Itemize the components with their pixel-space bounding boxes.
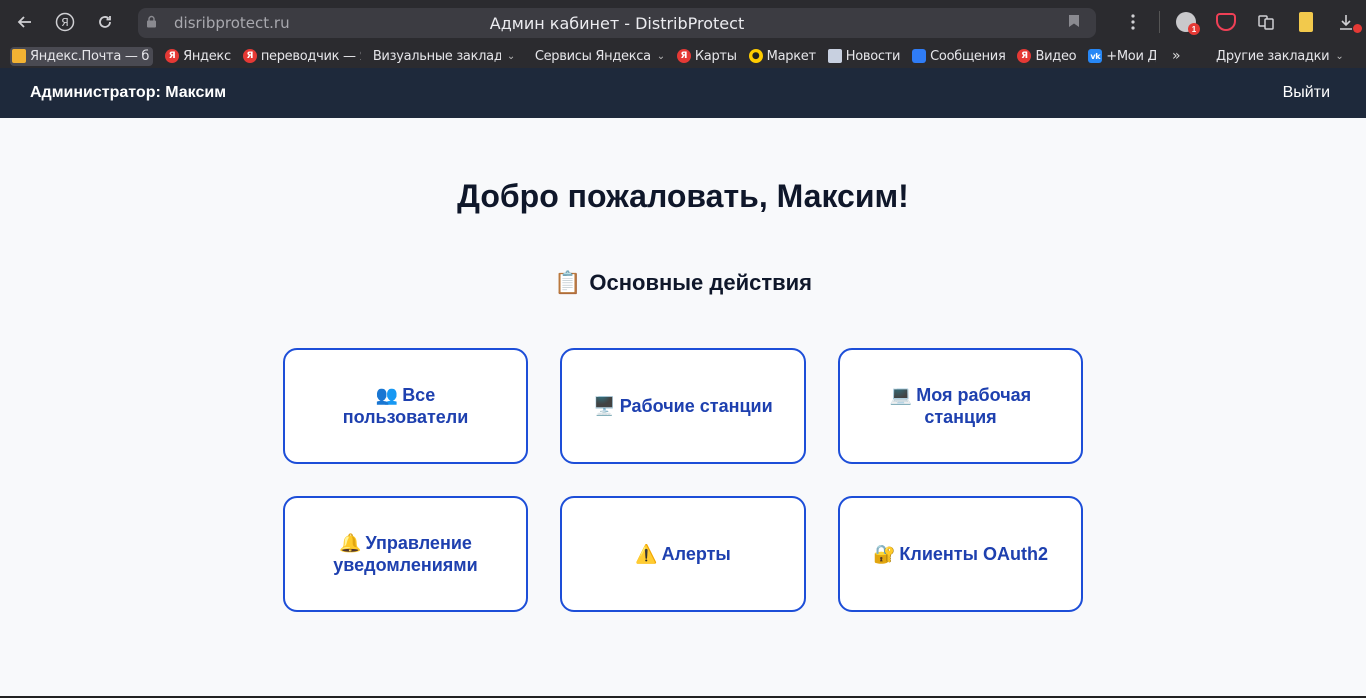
bookmark-label: Другие закладки	[1216, 48, 1330, 64]
bookmark-label: Видео	[1035, 48, 1077, 64]
bell-icon: 🔔	[339, 533, 362, 553]
section-title: 📋 Основные действия	[0, 270, 1366, 296]
admin-label: Администратор: Максим	[30, 84, 227, 101]
workstations-button[interactable]: 🖥️ Рабочие станции	[560, 348, 806, 464]
logout-link[interactable]: Выйти	[1283, 84, 1330, 102]
collections-icon[interactable]	[1246, 5, 1286, 39]
bookmark-yandex[interactable]: Я Яндекс	[165, 49, 231, 64]
yandex-icon: Я	[165, 49, 180, 63]
mail-icon	[12, 49, 26, 63]
other-bookmarks[interactable]: Другие закладки ⌄	[1216, 48, 1344, 64]
bookmark-label: +Мои Д	[1106, 48, 1157, 64]
bookmark-video[interactable]: Я Видео	[1017, 49, 1076, 64]
more-bookmarks-icon[interactable]: »	[1172, 48, 1181, 64]
bookmark-visual-folder[interactable]: Визуальные заклад ⌄	[373, 49, 523, 64]
reload-icon	[99, 16, 111, 28]
notifications-button[interactable]: 🔔 Управление уведомлениями	[283, 496, 528, 612]
laptop-icon: 💻	[889, 385, 913, 405]
yandex-icon: Я	[676, 49, 691, 63]
download-icon[interactable]	[1326, 5, 1366, 39]
bookmark-label: Яндекс.Почта — б	[30, 48, 150, 64]
notes-extension-icon[interactable]	[1286, 5, 1326, 39]
card-label: Клиенты OAuth2	[899, 544, 1048, 564]
chevron-down-icon: ⌄	[1335, 50, 1344, 62]
bookmark-translator[interactable]: Я переводчик — Ян	[242, 48, 361, 64]
oauth-clients-button[interactable]: 🔐 Клиенты OAuth2	[838, 496, 1083, 612]
desktop-icon: 🖥️	[593, 396, 616, 416]
bookmark-label: Сервисы Яндекса	[534, 48, 651, 64]
svg-text:Я: Я	[61, 16, 69, 29]
section-title-text: Основные действия	[589, 270, 813, 295]
bookmark-label: Маркет	[766, 48, 816, 64]
bookmark-yandex-mail[interactable]: Яндекс.Почта — б	[10, 46, 154, 66]
back-arrow-icon	[17, 16, 31, 28]
chevron-down-icon: ⌄	[656, 50, 665, 62]
bookmark-market[interactable]: ● Маркет	[748, 48, 816, 64]
bookmark-label: Карты	[694, 48, 737, 64]
extension-icon[interactable]: 1	[1166, 5, 1206, 39]
lock-key-icon: 🔐	[873, 544, 896, 564]
market-icon: ●	[748, 49, 763, 63]
clipboard-icon: 📋	[553, 270, 582, 295]
toolbar-separator	[1159, 11, 1160, 33]
page-title: Добро пожаловать, Максим!	[457, 178, 909, 214]
vk-icon: vk	[1088, 49, 1103, 63]
reload-button[interactable]	[88, 5, 122, 39]
alerts-button[interactable]: ⚠️ Алерты	[560, 496, 806, 612]
bookmark-label: Визуальные заклад	[372, 48, 501, 64]
browser-toolbar: Я disribprotect.ru Админ кабинет - Distr…	[0, 0, 1366, 44]
menu-dots-icon[interactable]	[1113, 5, 1153, 39]
bookmark-label: Новости	[845, 48, 901, 64]
yandex-icon: Я	[242, 49, 257, 63]
yandex-logo-icon: Я	[55, 12, 75, 32]
lock-icon	[146, 15, 160, 31]
app-header: Администратор: Максим Выйти	[0, 68, 1366, 118]
extension-badge: 1	[1188, 23, 1200, 35]
bookmarks-bar: Яндекс.Почта — б Я Яндекс Я переводчик —…	[0, 44, 1366, 68]
news-icon	[827, 49, 842, 63]
bookmark-icon[interactable]	[1068, 14, 1080, 32]
users-icon: 👥	[375, 385, 399, 405]
actions-grid: 👥 Все пользователи 🖥️ Рабочие станции 💻 Моя…	[283, 348, 1083, 612]
back-button[interactable]	[8, 5, 42, 39]
yandex-home-button[interactable]: Я	[48, 5, 82, 39]
bookmark-maps[interactable]: Я Карты	[676, 48, 737, 64]
bookmark-messages[interactable]: Сообщения	[912, 49, 1005, 64]
url-text[interactable]: disribprotect.ru	[174, 14, 290, 32]
message-icon	[912, 49, 927, 63]
card-label: Моя рабочая станция	[916, 385, 1032, 427]
all-users-button[interactable]: 👥 Все пользователи	[283, 348, 528, 464]
bookmark-label: Сообщения	[930, 48, 1006, 64]
toolbar-right: 1	[1113, 0, 1366, 44]
download-badge	[1353, 24, 1362, 33]
card-label: Все пользователи	[342, 385, 469, 427]
yandex-icon: Я	[1017, 49, 1032, 63]
card-label: Алерты	[661, 544, 731, 564]
bookmark-yandex-services[interactable]: Сервисы Яндекса ⌄	[535, 49, 665, 64]
bookmark-label: Яндекс	[183, 48, 231, 64]
warning-icon: ⚠️	[635, 544, 658, 564]
bookmark-label: переводчик — Ян	[260, 48, 361, 64]
bookmark-vk[interactable]: vk +Мои Д	[1088, 49, 1156, 64]
card-label: Рабочие станции	[619, 396, 773, 416]
my-workstation-button[interactable]: 💻 Моя рабочая станция	[838, 348, 1083, 464]
address-bar[interactable]: disribprotect.ru Админ кабинет - Distrib…	[138, 8, 1096, 38]
main-content: Добро пожаловать, Максим! 📋 Основные дей…	[0, 118, 1366, 698]
bookmark-news[interactable]: Новости	[827, 48, 901, 64]
pocket-icon[interactable]	[1206, 5, 1246, 39]
chevron-down-icon: ⌄	[506, 50, 515, 62]
